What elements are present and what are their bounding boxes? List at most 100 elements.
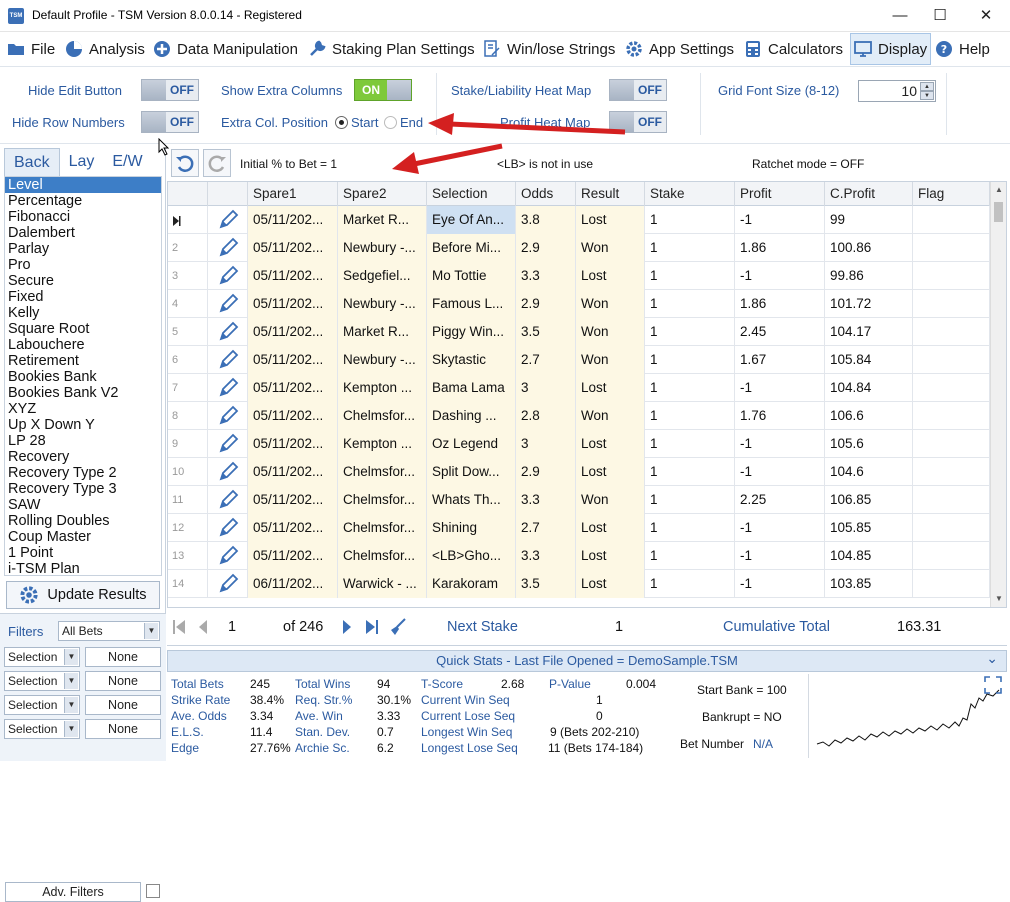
cell-selection[interactable]: Famous L...	[427, 290, 516, 318]
undo-button[interactable]	[171, 149, 199, 177]
cell-result[interactable]: Lost	[576, 570, 645, 598]
cell-result[interactable]: Won	[576, 318, 645, 346]
cell-flag[interactable]	[913, 290, 990, 318]
cell-result[interactable]: Won	[576, 402, 645, 430]
cell-profit[interactable]: -1	[735, 570, 825, 598]
cell-result[interactable]: Lost	[576, 430, 645, 458]
cell-cprofit[interactable]: 106.6	[825, 402, 913, 430]
prev-page-icon[interactable]	[197, 619, 209, 635]
cell-stake[interactable]: 1	[645, 402, 735, 430]
hide-row-numbers-toggle[interactable]: OFF	[141, 111, 199, 133]
extra-col-end-radio[interactable]: End	[384, 115, 423, 130]
cell-cprofit[interactable]: 99	[825, 206, 913, 234]
cell-spare1[interactable]: 05/11/202...	[248, 374, 338, 402]
cell-selection[interactable]: Whats Th...	[427, 486, 516, 514]
cell-profit[interactable]: -1	[735, 458, 825, 486]
table-row[interactable]: 13 05/11/202... Chelmsfor... <LB>Gho... 3.3 L…	[168, 542, 990, 570]
grid-vertical-scrollbar[interactable]: ▲ ▼	[990, 182, 1006, 607]
cell-profit[interactable]: -1	[735, 206, 825, 234]
cell-profit[interactable]: -1	[735, 262, 825, 290]
cell-selection[interactable]: Piggy Win...	[427, 318, 516, 346]
cell-spare2[interactable]: Newbury -...	[338, 290, 427, 318]
edit-row-button[interactable]	[208, 234, 248, 262]
cell-cprofit[interactable]: 104.84	[825, 374, 913, 402]
cell-flag[interactable]	[913, 206, 990, 234]
maximize-button[interactable]: ☐	[918, 0, 962, 32]
cell-cprofit[interactable]: 104.85	[825, 542, 913, 570]
plan-item[interactable]: Percentage	[5, 193, 161, 209]
cell-spare1[interactable]: 05/11/202...	[248, 262, 338, 290]
cell-flag[interactable]	[913, 570, 990, 598]
cell-cprofit[interactable]: 104.17	[825, 318, 913, 346]
menu-file[interactable]: File	[4, 33, 58, 65]
scroll-down-icon[interactable]: ▼	[991, 591, 1006, 607]
cell-spare2[interactable]: Chelmsfor...	[338, 458, 427, 486]
spinner-down-icon[interactable]: ▼	[920, 91, 934, 100]
cell-spare2[interactable]: Kempton ...	[338, 430, 427, 458]
plan-item[interactable]: Recovery	[5, 449, 161, 465]
cell-selection[interactable]: Split Dow...	[427, 458, 516, 486]
filter-field-dropdown[interactable]: Selection ▼	[4, 695, 80, 715]
cell-selection[interactable]: Karakoram	[427, 570, 516, 598]
table-row[interactable]: 9 05/11/202... Kempton ... Oz Legend 3 Lost 1-…	[168, 430, 990, 458]
header-spare2[interactable]: Spare2	[338, 182, 427, 206]
plan-item[interactable]: Labouchere	[5, 337, 161, 353]
plan-item[interactable]: Recovery Type 2	[5, 465, 161, 481]
cell-selection[interactable]: Shining	[427, 514, 516, 542]
cell-spare1[interactable]: 05/11/202...	[248, 234, 338, 262]
table-row[interactable]: 8 05/11/202... Chelmsfor... Dashing ... 2.8 W…	[168, 402, 990, 430]
spinner-up-icon[interactable]: ▲	[920, 82, 934, 91]
cell-spare1[interactable]: 05/11/202...	[248, 430, 338, 458]
plan-item[interactable]: Fixed	[5, 289, 161, 305]
filter-value-box[interactable]: None	[85, 695, 161, 715]
filter-value-box[interactable]: None	[85, 647, 161, 667]
menu-win-lose-strings[interactable]: Win/lose Strings	[480, 33, 618, 65]
page-number[interactable]: 1	[228, 619, 236, 635]
plan-item[interactable]: Bookies Bank	[5, 369, 161, 385]
cell-cprofit[interactable]: 101.72	[825, 290, 913, 318]
cell-spare2[interactable]: Sedgefiel...	[338, 262, 427, 290]
cell-result[interactable]: Lost	[576, 542, 645, 570]
table-row[interactable]: 6 05/11/202... Newbury -... Skytastic 2.7 Won…	[168, 346, 990, 374]
plan-item[interactable]: Up X Down Y	[5, 417, 161, 433]
cell-spare2[interactable]: Chelmsfor...	[338, 402, 427, 430]
cell-spare2[interactable]: Market R...	[338, 206, 427, 234]
cell-profit[interactable]: -1	[735, 430, 825, 458]
plan-item[interactable]: Retirement	[5, 353, 161, 369]
edit-row-button[interactable]	[208, 402, 248, 430]
plan-item[interactable]: Rolling Doubles	[5, 513, 161, 529]
row-number[interactable]: 8	[168, 402, 208, 430]
cell-result[interactable]: Lost	[576, 262, 645, 290]
table-row[interactable]: 05/11/202... Market R... Eye Of An... 3.8 Lo…	[168, 206, 990, 234]
cell-stake[interactable]: 1	[645, 430, 735, 458]
cell-selection[interactable]: Oz Legend	[427, 430, 516, 458]
adv-filters-button[interactable]: Adv. Filters	[5, 882, 141, 902]
cell-flag[interactable]	[913, 402, 990, 430]
cell-profit[interactable]: 2.45	[735, 318, 825, 346]
row-number[interactable]: 9	[168, 430, 208, 458]
header-flag[interactable]: Flag	[913, 182, 990, 206]
cell-odds[interactable]: 2.9	[516, 458, 576, 486]
edit-row-button[interactable]	[208, 542, 248, 570]
cell-spare1[interactable]: 06/11/202...	[248, 570, 338, 598]
update-results-button[interactable]: Update Results	[6, 581, 160, 609]
cell-selection[interactable]: Before Mi...	[427, 234, 516, 262]
cell-profit[interactable]: 1.67	[735, 346, 825, 374]
table-row[interactable]: 14 06/11/202... Warwick - ... Karakoram 3.5 L…	[168, 570, 990, 598]
cell-result[interactable]: Lost	[576, 514, 645, 542]
adv-filters-checkbox[interactable]	[146, 884, 160, 898]
cell-spare1[interactable]: 05/11/202...	[248, 346, 338, 374]
cell-odds[interactable]: 3.8	[516, 206, 576, 234]
row-number[interactable]: 12	[168, 514, 208, 542]
edit-row-button[interactable]	[208, 514, 248, 542]
cell-cprofit[interactable]: 105.84	[825, 346, 913, 374]
cell-flag[interactable]	[913, 542, 990, 570]
cell-odds[interactable]: 2.9	[516, 234, 576, 262]
header-odds[interactable]: Odds	[516, 182, 576, 206]
minimize-button[interactable]: —	[878, 0, 922, 32]
redo-button[interactable]	[203, 149, 231, 177]
cell-spare1[interactable]: 05/11/202...	[248, 486, 338, 514]
cell-spare1[interactable]: 05/11/202...	[248, 402, 338, 430]
cell-odds[interactable]: 3	[516, 430, 576, 458]
cell-stake[interactable]: 1	[645, 206, 735, 234]
